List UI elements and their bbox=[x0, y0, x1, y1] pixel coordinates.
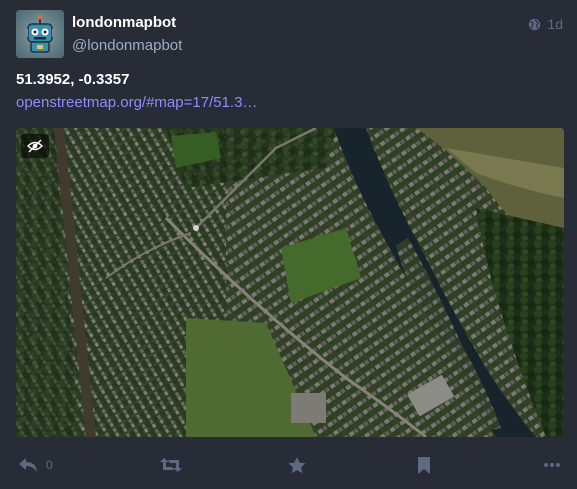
status-text: 51.3952, -0.3357 bbox=[16, 71, 130, 88]
satellite-image bbox=[16, 128, 564, 437]
avatar[interactable] bbox=[16, 10, 64, 58]
display-name[interactable]: londonmapbot bbox=[72, 14, 176, 31]
reply-count: 0 bbox=[46, 458, 53, 472]
globe-icon bbox=[528, 18, 541, 31]
bookmark-button[interactable] bbox=[417, 452, 431, 478]
timestamp[interactable]: 1d bbox=[547, 16, 563, 32]
status-card: londonmapbot @londonmapbot 1d 51.3952, -… bbox=[0, 0, 577, 489]
action-bar: 0 bbox=[0, 452, 577, 478]
map-link[interactable]: openstreetmap.org/#map=17/51.3… bbox=[16, 94, 257, 111]
status-meta: 1d bbox=[528, 16, 563, 32]
ellipsis-icon bbox=[544, 463, 560, 467]
media-attachment[interactable] bbox=[16, 128, 564, 437]
boost-button[interactable] bbox=[160, 452, 182, 478]
reply-button[interactable]: 0 bbox=[18, 452, 53, 478]
robot-icon bbox=[16, 10, 64, 58]
eye-slash-icon bbox=[27, 139, 43, 153]
account-handle[interactable]: @londonmapbot bbox=[72, 37, 182, 54]
reply-icon bbox=[19, 458, 37, 472]
favourite-button[interactable] bbox=[288, 452, 306, 478]
retweet-icon bbox=[160, 458, 182, 472]
bookmark-icon bbox=[418, 456, 430, 474]
star-icon bbox=[288, 456, 306, 473]
more-button[interactable] bbox=[543, 452, 561, 478]
hide-media-button[interactable] bbox=[21, 134, 49, 158]
